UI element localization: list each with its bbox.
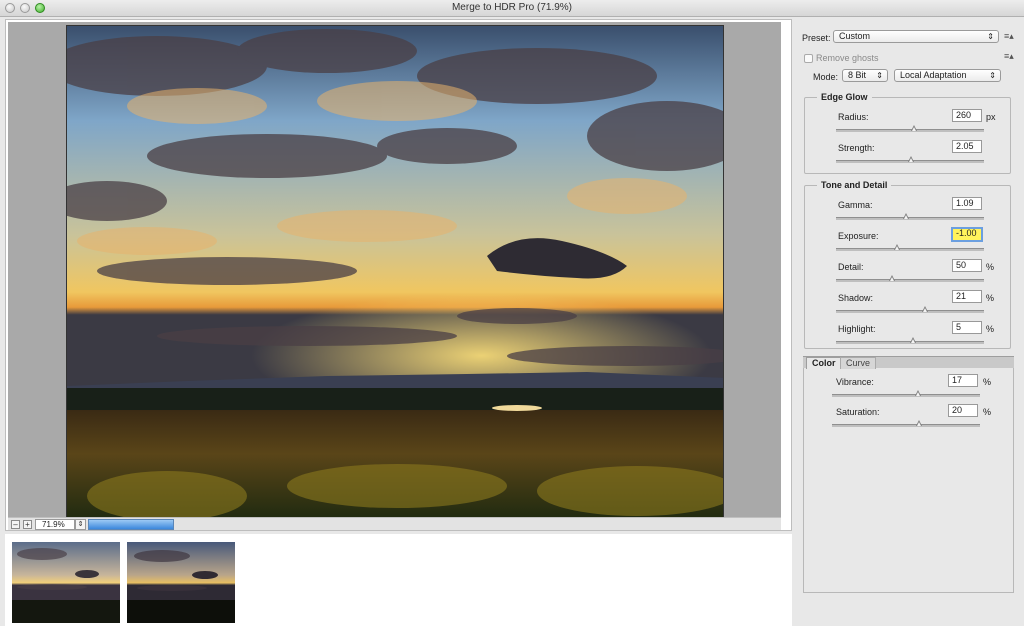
detail-field[interactable]: 50 bbox=[952, 259, 982, 272]
mode-label: Mode: bbox=[813, 72, 839, 82]
strength-field[interactable]: 2.05 bbox=[952, 140, 982, 153]
radius-unit: px bbox=[986, 112, 996, 122]
ghost-menu-icon[interactable]: ≡▴ bbox=[1004, 51, 1014, 62]
chevron-updown-icon: ⇕ bbox=[989, 71, 996, 80]
vibrance-slider[interactable] bbox=[832, 390, 980, 397]
preview-panel: – + 71.9% ⇕ bbox=[5, 19, 792, 531]
bit-depth-select[interactable]: 8 Bit ⇕ bbox=[842, 69, 888, 82]
bit-depth-value: 8 Bit bbox=[848, 70, 867, 80]
radius-field[interactable]: 260 bbox=[952, 109, 982, 122]
progress-bar bbox=[88, 519, 174, 530]
highlight-slider-thumb[interactable] bbox=[909, 337, 917, 344]
strength-slider[interactable] bbox=[836, 156, 984, 163]
method-value: Local Adaptation bbox=[900, 70, 967, 80]
preset-select[interactable]: Custom ⇕ bbox=[833, 30, 999, 43]
vibrance-unit: % bbox=[983, 377, 992, 387]
shadow-field[interactable]: 21 bbox=[952, 290, 982, 303]
plus-icon[interactable]: + bbox=[23, 520, 32, 529]
chevron-updown-icon: ⇕ bbox=[987, 32, 994, 41]
preview-canvas[interactable] bbox=[8, 22, 781, 519]
color-tab-panel: Vibrance: 17 % Saturation: 20 % bbox=[803, 368, 1014, 593]
strength-label: Strength: bbox=[838, 143, 875, 153]
zoom-level-field[interactable]: 71.9% bbox=[35, 519, 75, 530]
remove-ghosts-checkbox[interactable] bbox=[804, 54, 813, 63]
exposure-field[interactable]: -1.00 bbox=[951, 227, 983, 242]
radius-label: Radius: bbox=[838, 112, 869, 122]
radius-slider-thumb[interactable] bbox=[911, 125, 918, 132]
detail-label: Detail: bbox=[838, 262, 864, 272]
minus-icon[interactable]: – bbox=[11, 520, 20, 529]
gamma-slider[interactable] bbox=[836, 213, 984, 220]
detail-slider[interactable] bbox=[836, 275, 984, 282]
color-curve-tabs: Color Curve bbox=[803, 356, 1014, 369]
preset-value: Custom bbox=[839, 31, 871, 41]
exposure-slider-thumb[interactable] bbox=[893, 244, 901, 251]
gamma-field[interactable]: 1.09 bbox=[952, 197, 982, 210]
vibrance-slider-thumb[interactable] bbox=[914, 390, 922, 397]
exposure-slider[interactable] bbox=[836, 244, 984, 251]
hdr-preview-image bbox=[66, 25, 724, 519]
highlight-slider[interactable] bbox=[836, 337, 984, 344]
highlight-label: Highlight: bbox=[838, 324, 876, 334]
edge-glow-title: Edge Glow bbox=[817, 92, 872, 102]
shadow-slider-thumb[interactable] bbox=[921, 306, 929, 313]
highlight-unit: % bbox=[986, 324, 995, 334]
shadow-unit: % bbox=[986, 293, 995, 303]
detail-slider-thumb[interactable] bbox=[889, 275, 896, 282]
saturation-unit: % bbox=[983, 407, 992, 417]
saturation-slider-thumb[interactable] bbox=[916, 420, 923, 427]
shadow-slider[interactable] bbox=[836, 306, 984, 313]
detail-unit: % bbox=[986, 262, 995, 272]
gamma-label: Gamma: bbox=[838, 200, 873, 210]
shadow-label: Shadow: bbox=[838, 293, 874, 303]
method-select[interactable]: Local Adaptation ⇕ bbox=[894, 69, 1001, 82]
radius-slider[interactable] bbox=[836, 125, 984, 132]
source-thumbnail-2[interactable] bbox=[127, 542, 235, 623]
highlight-field[interactable]: 5 bbox=[952, 321, 982, 334]
gamma-slider-thumb[interactable] bbox=[902, 213, 910, 220]
title-bar: Merge to HDR Pro (71.9%) bbox=[0, 0, 1024, 17]
hdr-settings-panel: Preset: Custom ⇕ ≡▴ Remove ghosts ≡▴ Mode… bbox=[800, 19, 1024, 626]
saturation-label: Saturation: bbox=[836, 407, 880, 417]
edge-glow-group: Edge Glow Radius: 260 px Strength: 2.05 bbox=[804, 92, 1011, 174]
tone-detail-title: Tone and Detail bbox=[817, 180, 892, 190]
vibrance-field[interactable]: 17 bbox=[948, 374, 978, 387]
remove-ghosts-label: Remove ghosts bbox=[816, 53, 879, 63]
panel-menu-icon[interactable]: ≡▴ bbox=[1004, 31, 1014, 42]
preset-label: Preset: bbox=[802, 33, 831, 43]
saturation-slider[interactable] bbox=[832, 420, 980, 427]
tone-detail-group: Tone and Detail Gamma: 1.09 Exposure: -1… bbox=[804, 180, 1011, 349]
window-title: Merge to HDR Pro (71.9%) bbox=[451, 2, 573, 13]
vibrance-label: Vibrance: bbox=[836, 377, 874, 387]
exposure-label: Exposure: bbox=[838, 231, 879, 241]
source-thumbnail-strip bbox=[5, 534, 792, 626]
zoom-bar: – + 71.9% ⇕ bbox=[8, 517, 781, 530]
saturation-field[interactable]: 20 bbox=[948, 404, 978, 417]
strength-slider-thumb[interactable] bbox=[908, 156, 915, 163]
updown-icon[interactable]: ⇕ bbox=[75, 519, 86, 530]
source-thumbnail-1[interactable] bbox=[12, 542, 120, 623]
chevron-updown-icon: ⇕ bbox=[876, 71, 883, 80]
